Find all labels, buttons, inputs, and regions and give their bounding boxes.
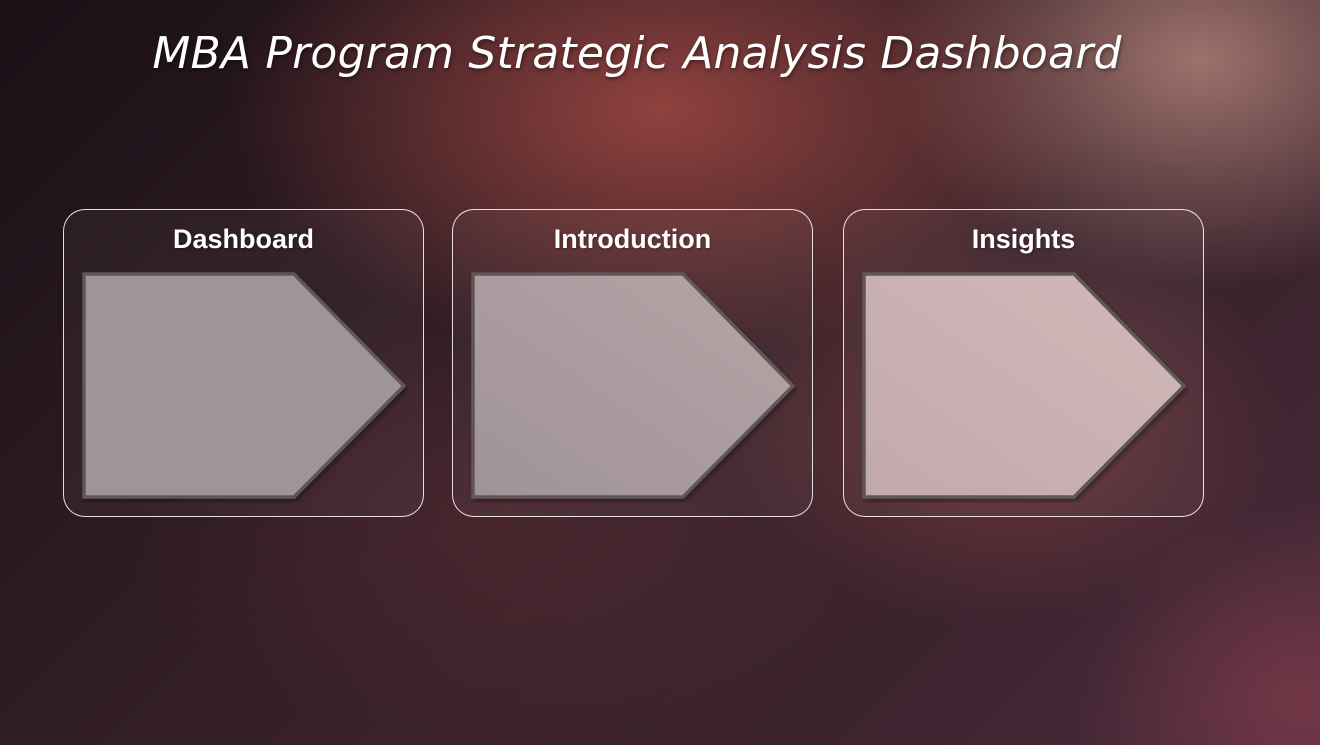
- insights-card[interactable]: Insights: [843, 209, 1204, 517]
- dashboard-arrow-shape[interactable]: [81, 271, 409, 503]
- dashboard-card-label: Dashboard: [172, 224, 315, 254]
- insights-arrow-shape[interactable]: [861, 271, 1189, 503]
- insights-card-label: Insights: [971, 224, 1076, 254]
- dashboard-card[interactable]: Dashboard: [63, 209, 424, 517]
- introduction-card[interactable]: Introduction: [452, 209, 813, 517]
- page-title: MBA Program Strategic Analysis Dashboard: [152, 28, 1122, 79]
- introduction-card-label: Introduction: [553, 224, 712, 254]
- introduction-arrow-shape[interactable]: [470, 271, 798, 503]
